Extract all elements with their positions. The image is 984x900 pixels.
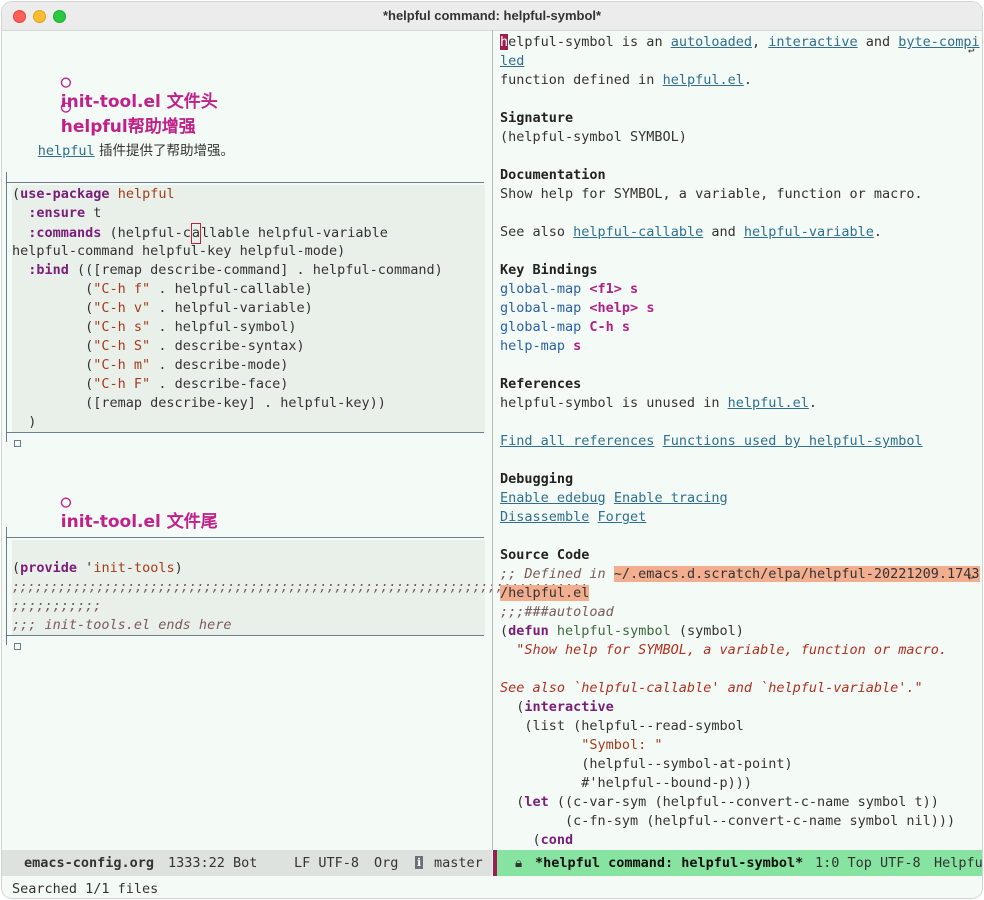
signature-text: (helpful-symbol SYMBOL) (500, 129, 687, 145)
debugging-row-2: Disassemble Forget (500, 508, 646, 527)
mode-line-right[interactable]: 🔒︎ *helpful command: helpful-symbol* 1:0… (493, 850, 982, 876)
block-end-marker (14, 643, 21, 650)
lock-icon: 🔒︎ (515, 855, 523, 871)
intro-line-3: function defined in helpful.el. (500, 72, 752, 88)
buffer-name: *helpful command: helpful-symbol* (535, 855, 804, 871)
code-line: ) (12, 414, 37, 430)
interactive-link[interactable]: interactive (768, 34, 857, 50)
source-defined-line: ;; Defined in ~/.emacs.d.scratch/elpa/he… (500, 566, 980, 582)
functions-used-button[interactable]: Functions used by helpful-symbol (663, 433, 923, 449)
wrap-indicator-icon: ↩ (968, 44, 975, 57)
source-line: #'helpful--bound-p))) (500, 775, 752, 791)
keybinding-row: global-map <f1> s (500, 281, 639, 297)
signature-title: Signature (500, 110, 574, 126)
code-line: ("C-h F" . describe-face) (12, 376, 289, 392)
code-line: ([remap describe-key] . helpful-key)) (12, 395, 386, 411)
wrap-indicator-icon: ↩ (968, 571, 975, 584)
encoding: LF UTF-8 (294, 855, 360, 871)
source-path-cont: /helpful.el (500, 584, 590, 603)
forget-button[interactable]: Forget (598, 509, 647, 525)
code-line: ;;;;;;;;;;; (12, 598, 102, 614)
enable-tracing-button[interactable]: Enable tracing (614, 490, 728, 506)
bullet-icon: ○ (60, 97, 72, 117)
mode-line-left[interactable]: emacs-config.org 1333:22 Bot LF UTF-8 Or… (2, 850, 492, 876)
source-path-link[interactable]: ~/.emacs.d.scratch/elpa/helpful-20221209… (613, 566, 980, 582)
cursor-position: 1333:22 Bot (168, 855, 258, 871)
source-line: "Symbol: " (581, 737, 663, 753)
code-line: :commands (helpful-callable helpful-vari… (12, 223, 388, 244)
title-bar: *helpful command: helpful-symbol* (2, 2, 982, 31)
references-buttons: Find all references Functions used by he… (500, 432, 923, 451)
debugging-row-1: Enable edebug Enable tracing (500, 489, 728, 508)
buffer-name: emacs-config.org (24, 855, 155, 871)
keybinding-row: global-map C-h s (500, 319, 631, 335)
window-divider[interactable] (492, 30, 493, 850)
source-line: See also `helpful-callable' and `helpful… (500, 680, 923, 696)
intro-line-2: led (500, 52, 524, 71)
src-block-bottom-border (6, 635, 484, 636)
source-line: (defun helpful-symbol (symbol) (500, 623, 744, 639)
see-also-line: See also helpful-callable and helpful-va… (500, 224, 883, 240)
code-line: :bind (([remap describe-command] . helpf… (28, 262, 443, 278)
autoloaded-link[interactable]: autoloaded (671, 34, 752, 50)
keybinding-row: help-map s (500, 338, 582, 354)
helpful-variable-link[interactable]: helpful-variable (744, 224, 874, 240)
code-line: helpful-command helpful-key helpful-mode… (12, 243, 346, 259)
helpful-link[interactable]: helpful (38, 143, 95, 159)
block-end-marker (14, 440, 21, 447)
code-line: ("C-h m" . describe-mode) (12, 357, 289, 373)
major-mode[interactable]: Helpfu (934, 855, 982, 871)
code-line: (use-package helpful (12, 186, 175, 202)
documentation-title: Documentation (500, 167, 606, 183)
references-text: helpful-symbol is unused in helpful.el. (500, 395, 817, 411)
source-path-link-cont[interactable]: /helpful.el (500, 585, 590, 601)
helpful-el-link[interactable]: helpful.el (728, 395, 809, 411)
cursor: a (190, 223, 201, 244)
source-line: (cond (500, 832, 574, 848)
code-line: ("C-h v" . helpful-variable) (12, 300, 313, 316)
src-block-bottom-border (6, 432, 484, 433)
code-line: (provide 'init-tools) (12, 560, 183, 576)
git-branch-icon: ℹ (415, 856, 424, 869)
find-all-references-button[interactable]: Find all references (500, 433, 654, 449)
src-block-left-border (6, 172, 7, 442)
source-line: (helpful--symbol-at-point) (500, 756, 793, 772)
intro-line-1: helpful-symbol is an autoloaded, interac… (500, 34, 980, 50)
byte-compiled-link-cont[interactable]: led (500, 53, 524, 69)
key-bindings-title: Key Bindings (500, 262, 598, 278)
emacs-window: *helpful command: helpful-symbol* ○ init… (2, 2, 982, 898)
source-code-title: Source Code (500, 547, 590, 563)
disassemble-button[interactable]: Disassemble (500, 509, 589, 525)
enable-edebug-button[interactable]: Enable edebug (500, 490, 606, 506)
code-line: :ensure t (28, 205, 102, 221)
documentation-text: Show help for SYMBOL, a variable, functi… (500, 186, 923, 202)
keybinding-row: global-map <help> s (500, 300, 655, 316)
source-autoload: ;;;###autoload (500, 604, 614, 620)
buffer-info: 1:0 Top UTF-8 (815, 855, 921, 871)
major-mode[interactable]: Org (374, 855, 398, 871)
bullet-icon: ○ (60, 492, 72, 512)
source-line: (list (helpful--read-symbol (500, 718, 744, 734)
helpful-callable-link[interactable]: helpful-callable (573, 224, 703, 240)
source-line: (c-fn-sym (helpful--convert-c-name symbo… (500, 813, 956, 829)
code-line: ;;; init-tools.el ends here (12, 617, 232, 633)
code-line: ("C-h S" . describe-syntax) (12, 338, 305, 354)
code-line: ("C-h s" . helpful-symbol) (12, 319, 297, 335)
git-branch[interactable]: master (434, 855, 483, 871)
helpful-el-link[interactable]: helpful.el (663, 72, 744, 88)
source-line: (let ((c-var-sym (helpful--convert-c-nam… (500, 794, 939, 810)
minibuffer[interactable]: Searched 1/1 files (12, 881, 158, 897)
source-line: "Show help for SYMBOL, a variable, funct… (500, 642, 948, 658)
src-block-left-border (6, 527, 7, 645)
references-title: References (500, 376, 582, 392)
code-line: ("C-h f" . helpful-callable) (12, 281, 313, 297)
window-title: *helpful command: helpful-symbol* (382, 8, 602, 23)
cursor: h (500, 34, 509, 50)
source-line: (interactive (500, 699, 614, 715)
debugging-title: Debugging (500, 471, 574, 487)
